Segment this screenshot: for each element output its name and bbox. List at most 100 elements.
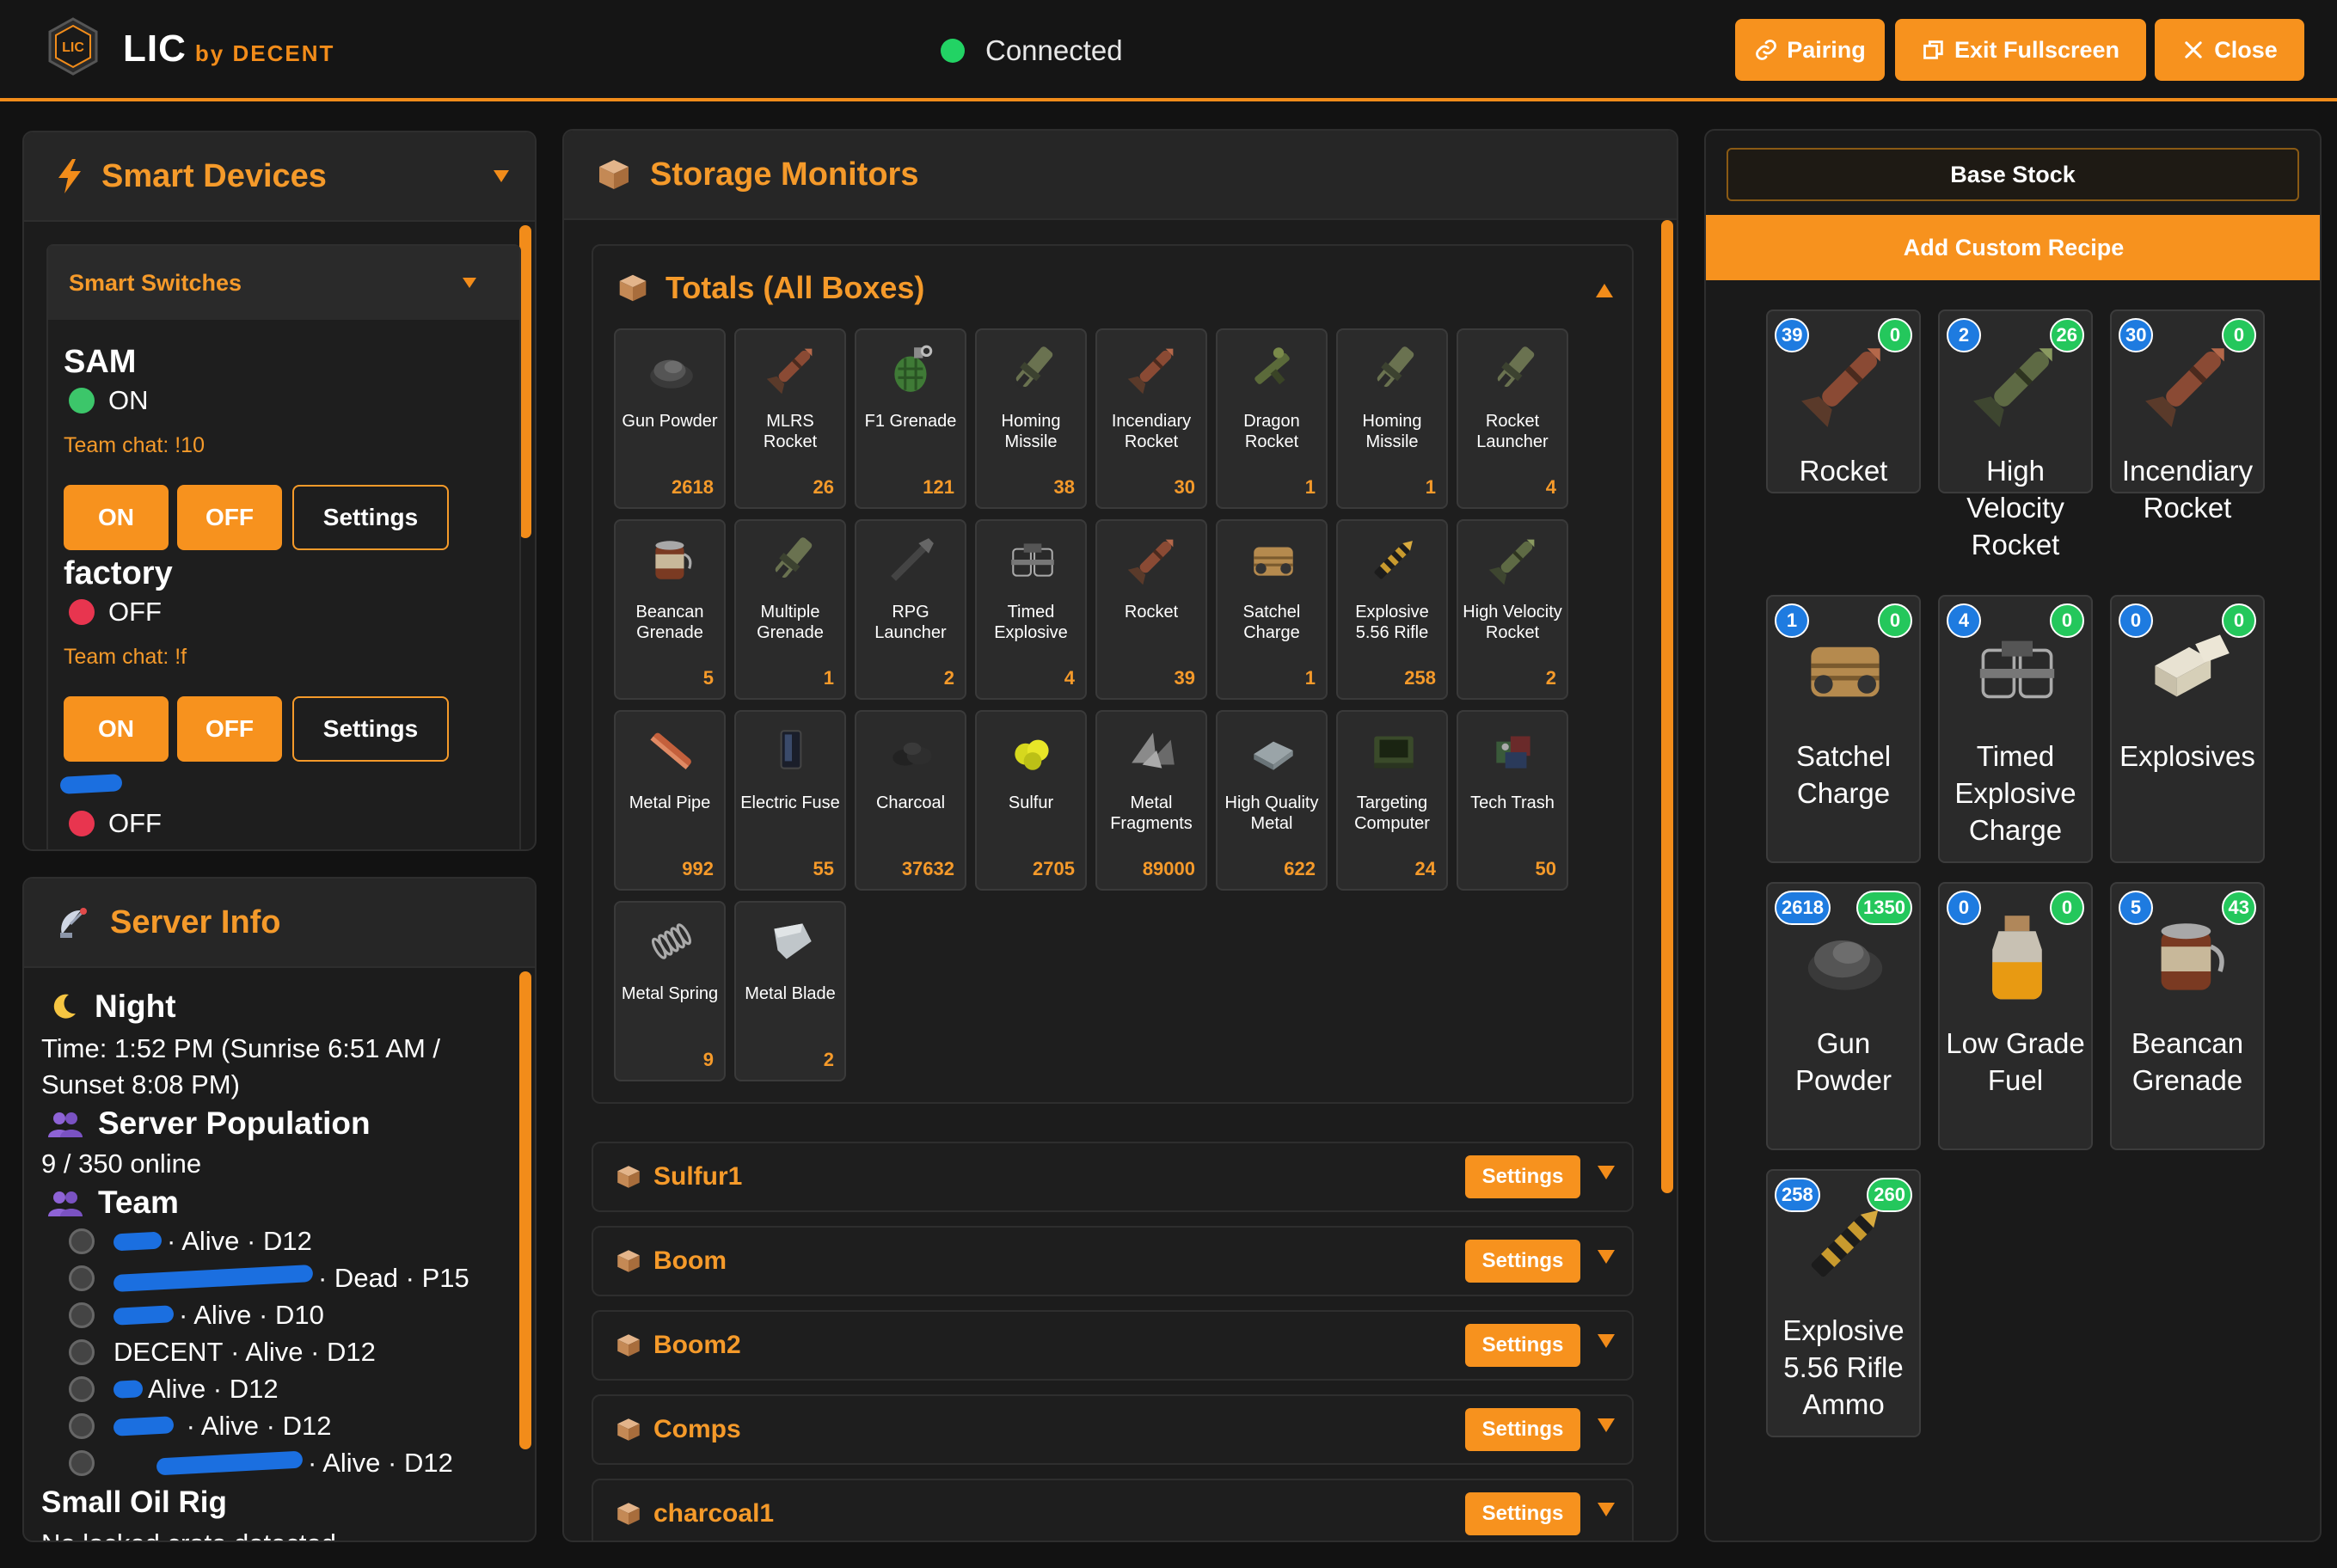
box-icon: [619, 274, 647, 302]
recipe-card[interactable]: 258 260 Explosive 5.56 Rifle Ammo: [1766, 1169, 1921, 1437]
chevron-down-icon[interactable]: [1598, 1250, 1618, 1271]
device-on-button[interactable]: ON: [64, 696, 169, 762]
server-info-scrollbar[interactable]: [519, 971, 531, 1449]
pairing-button[interactable]: Pairing: [1735, 19, 1885, 81]
storage-item-tile[interactable]: Homing Missile 1: [1336, 328, 1448, 509]
device-state: OFF: [69, 597, 162, 628]
smart-devices-scrollbar[interactable]: [519, 225, 531, 538]
device-off-button[interactable]: OFF: [177, 485, 282, 550]
storage-box-row[interactable]: Comps Settings: [592, 1394, 1634, 1465]
day-phase-label: Night: [95, 989, 176, 1024]
totals-header[interactable]: Totals (All Boxes): [617, 270, 924, 306]
storage-item-tile[interactable]: MLRS Rocket 26: [734, 328, 846, 509]
recipe-name: Explosives: [2119, 740, 2255, 772]
chevron-down-icon[interactable]: [1598, 1418, 1618, 1439]
app-logo-icon: LIC: [48, 17, 98, 76]
storage-scrollbar[interactable]: [1661, 220, 1673, 1193]
recipe-card[interactable]: 2 26 High Velocity Rocket: [1938, 309, 2093, 560]
storage-box-row[interactable]: Sulfur1 Settings: [592, 1142, 1634, 1212]
storage-item-tile[interactable]: Timed Explosive Charge 4: [975, 519, 1087, 700]
storage-item-tile[interactable]: Tech Trash 50: [1457, 710, 1568, 891]
exit-fullscreen-button[interactable]: Exit Fullscreen: [1895, 19, 2146, 81]
smart-switches-header[interactable]: Smart Switches: [48, 246, 519, 320]
storage-box-row[interactable]: Boom Settings: [592, 1226, 1634, 1296]
rpg-icon: [886, 533, 939, 586]
storage-item-tile[interactable]: Satchel Charge 1: [1216, 519, 1328, 700]
chevron-down-icon[interactable]: [1598, 1503, 1618, 1523]
recipe-card[interactable]: 4 0 Timed Explosive Charge: [1938, 595, 2093, 863]
recipe-card[interactable]: 30 0 Incendiary Rocket: [2110, 309, 2265, 524]
storage-item-tile[interactable]: Metal Blade 2: [734, 901, 846, 1081]
storage-item-tile[interactable]: F1 Grenade 121: [855, 328, 966, 509]
storage-monitors-header: Storage Monitors: [564, 131, 1677, 220]
add-custom-recipe-button[interactable]: Add Custom Recipe: [1706, 215, 2320, 280]
storage-item-tile[interactable]: Metal Pipe 992: [614, 710, 726, 891]
storage-item-name: Satchel Charge: [1242, 603, 1301, 642]
storage-item-name: Gun Powder: [622, 412, 718, 431]
storage-item-tile[interactable]: Rocket Launcher 4: [1457, 328, 1568, 509]
storage-item-tile[interactable]: Charcoal 37632: [855, 710, 966, 891]
storage-item-count: 89000: [1142, 858, 1195, 879]
storage-item-name: RPG Launcher: [874, 603, 947, 642]
app-brand: LIC by DECENT: [123, 28, 334, 70]
chevron-down-icon[interactable]: [463, 278, 476, 288]
storage-item-count: 30: [1174, 476, 1195, 498]
storage-box-settings-button[interactable]: Settings: [1465, 1155, 1580, 1198]
status-on-icon: [69, 388, 95, 413]
storage-box-settings-button[interactable]: Settings: [1465, 1492, 1580, 1535]
storage-box-settings-button[interactable]: Settings: [1465, 1408, 1580, 1451]
storage-item-tile[interactable]: Multiple Grenade Launcher 1: [734, 519, 846, 700]
storage-item-tile[interactable]: Homing Missile 38: [975, 328, 1087, 509]
chevron-down-icon[interactable]: [1598, 1334, 1618, 1355]
storage-box-settings-button[interactable]: Settings: [1465, 1240, 1580, 1283]
storage-item-tile[interactable]: RPG Launcher 2: [855, 519, 966, 700]
device-on-button[interactable]: ON: [64, 485, 169, 550]
storage-item-tile[interactable]: Beancan Grenade 5: [614, 519, 726, 700]
storage-item-tile[interactable]: Sulfur 2705: [975, 710, 1087, 891]
storage-item-tile[interactable]: Dragon Rocket 1: [1216, 328, 1328, 509]
device-off-button[interactable]: OFF: [177, 696, 282, 762]
smart-devices-header[interactable]: Smart Devices: [24, 132, 535, 222]
team-member: · Alive · D10: [69, 1300, 324, 1331]
c4-icon: [1006, 533, 1059, 586]
device-team-chat: Team chat: !10: [64, 433, 205, 457]
storage-item-name: Charcoal: [875, 793, 946, 812]
storage-item-tile[interactable]: Electric Fuse 55: [734, 710, 846, 891]
storage-item-name: Rocket Launcher: [1476, 412, 1549, 451]
storage-item-tile[interactable]: Targeting Computer 24: [1336, 710, 1448, 891]
storage-item-tile[interactable]: High Quality Metal 622: [1216, 710, 1328, 891]
storage-box-settings-button[interactable]: Settings: [1465, 1324, 1580, 1367]
device-state-label: ON: [108, 385, 149, 415]
recipe-card[interactable]: 0 0 Low Grade Fuel: [1938, 882, 2093, 1150]
team-member-status: · Alive · D12: [308, 1448, 453, 1478]
storage-item-tile[interactable]: Rocket 39: [1095, 519, 1207, 700]
storage-box-row[interactable]: Boom2 Settings: [592, 1310, 1634, 1381]
recipe-card[interactable]: 1 0 Satchel Charge: [1766, 595, 1921, 863]
recipe-card[interactable]: 0 0 Explosives: [2110, 595, 2265, 863]
chevron-down-icon[interactable]: [1598, 1166, 1618, 1186]
storage-item-tile[interactable]: Gun Powder 2618: [614, 328, 726, 509]
team-member-status: · Alive · D12: [167, 1226, 312, 1256]
device-state-label: OFF: [108, 808, 162, 838]
base-stock-button[interactable]: Base Stock: [1727, 148, 2299, 201]
device-settings-button[interactable]: Settings: [292, 696, 449, 762]
lightning-icon: [58, 159, 81, 193]
chevron-up-icon[interactable]: [1596, 284, 1613, 297]
storage-item-tile[interactable]: High Velocity Rocket 2: [1457, 519, 1568, 700]
storage-box-row[interactable]: charcoal1 Settings: [592, 1479, 1634, 1540]
recipe-name: Low Grade Fuel: [1946, 1027, 2085, 1096]
chevron-down-icon[interactable]: [494, 170, 509, 182]
device-settings-button[interactable]: Settings: [292, 485, 449, 550]
storage-item-tile[interactable]: Incendiary Rocket 30: [1095, 328, 1207, 509]
close-button[interactable]: Close: [2155, 19, 2304, 81]
storage-item-tile[interactable]: Explosive 5.56 Rifle Ammo 258: [1336, 519, 1448, 700]
recipe-card[interactable]: 39 0 Rocket: [1766, 309, 1921, 493]
storage-item-tile[interactable]: Metal Spring 9: [614, 901, 726, 1081]
storage-item-count: 26: [813, 476, 834, 498]
recipe-card[interactable]: 5 43 Beancan Grenade: [2110, 882, 2265, 1150]
storage-item-count: 24: [1414, 858, 1436, 879]
totals-card: Totals (All Boxes) Gun Powder 2618 MLRS Ro…: [592, 244, 1634, 1104]
storage-item-tile[interactable]: Metal Fragments 89000: [1095, 710, 1207, 891]
storage-item-count: 1: [1425, 476, 1436, 498]
recipe-card[interactable]: 2618 1350 Gun Powder: [1766, 882, 1921, 1150]
